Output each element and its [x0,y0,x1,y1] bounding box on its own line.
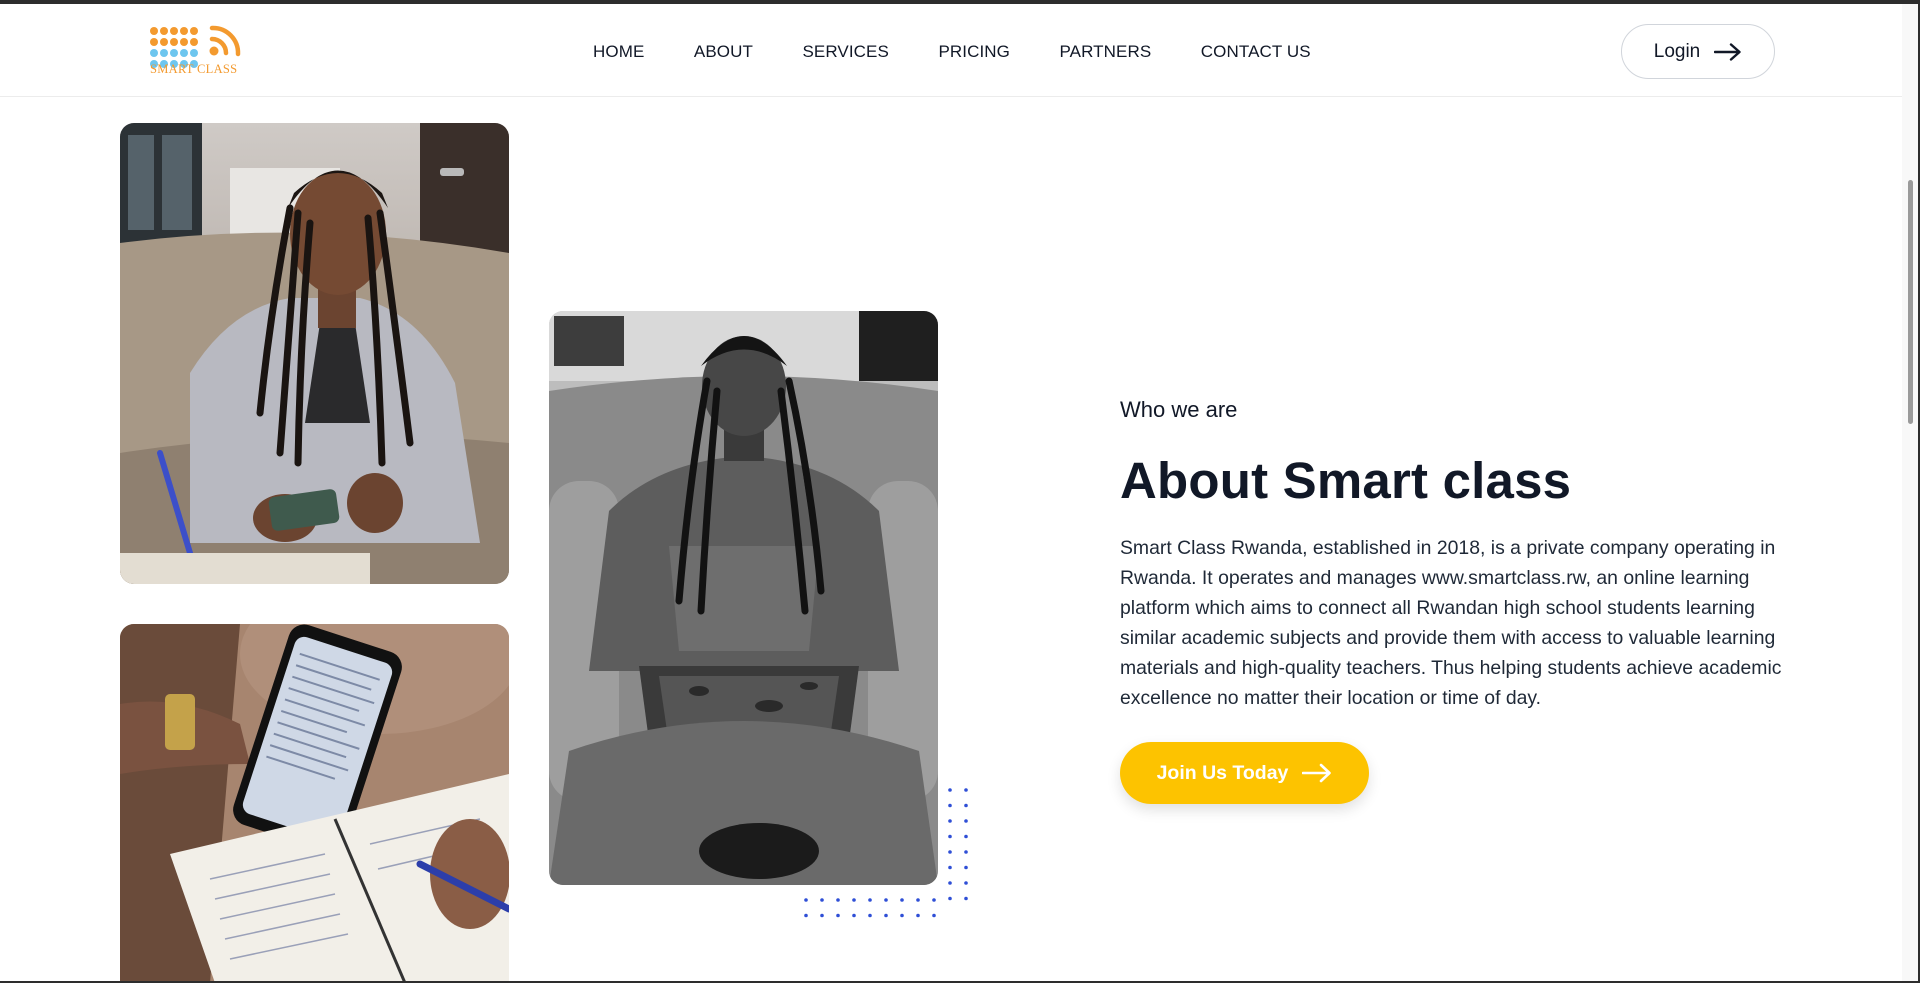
nav-contact-us[interactable]: CONTACT US [1201,42,1311,62]
nav-services[interactable]: SERVICES [802,42,888,62]
page-title: About Smart class [1120,452,1572,509]
arrow-right-icon [1714,42,1741,61]
scrollbar-thumb[interactable] [1908,180,1913,424]
nav-about[interactable]: ABOUT [694,42,753,62]
nav-home[interactable]: HOME [593,42,644,62]
login-button[interactable]: Login [1621,24,1775,79]
logo-text: SMART CLASS [150,62,238,76]
login-label: Login [1653,40,1701,62]
student-writing-with-phone-photo [120,123,509,584]
site-header: SMART CLASS HOME ABOUT SERVICES PRICING … [0,4,1902,97]
nav-pricing[interactable]: PRICING [938,42,1010,62]
signal-wave-icon [209,25,241,57]
phone-and-notebook-closeup-photo [120,624,509,983]
about-description: Smart Class Rwanda, established in 2018,… [1120,537,1782,709]
section-kicker: Who we are [1120,397,1238,422]
page-scrollbar[interactable] [1902,4,1918,981]
arrow-right-icon [1302,763,1332,783]
join-us-label: Join Us Today [1156,761,1289,784]
decorative-dot-grid [804,788,968,918]
smart-class-logo[interactable]: SMART CLASS [148,25,248,81]
nav-partners[interactable]: PARTNERS [1059,42,1151,62]
main-nav: HOME ABOUT SERVICES PRICING PARTNERS CON… [593,42,1360,62]
join-us-button[interactable]: Join Us Today [1120,742,1369,804]
